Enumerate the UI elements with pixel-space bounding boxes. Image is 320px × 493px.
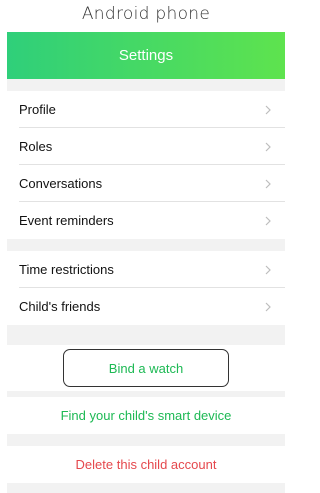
settings-item-childs-friends[interactable]: Child's friends <box>7 288 285 325</box>
settings-item-time-restrictions[interactable]: Time restrictions <box>7 251 285 288</box>
bind-watch-area: Bind a watch <box>7 345 285 391</box>
settings-item-label: Conversations <box>19 176 103 191</box>
settings-header: Settings <box>7 32 285 79</box>
chevron-right-icon <box>263 178 273 190</box>
chevron-right-icon <box>263 104 273 116</box>
settings-content: Profile Roles Conversations Event remind… <box>7 79 285 493</box>
chevron-right-icon <box>263 264 273 276</box>
page-title: Settings <box>118 47 174 64</box>
bind-watch-button[interactable]: Bind a watch <box>63 349 229 387</box>
settings-item-label: Child's friends <box>19 299 101 314</box>
settings-item-profile[interactable]: Profile <box>7 91 285 128</box>
settings-item-roles[interactable]: Roles <box>7 128 285 165</box>
chevron-right-icon <box>263 301 273 313</box>
delete-account-link[interactable]: Delete this child account <box>7 446 285 483</box>
find-device-link[interactable]: Find your child's smart device <box>7 397 285 434</box>
settings-item-label: Roles <box>19 139 53 154</box>
settings-item-label: Event reminders <box>19 213 114 228</box>
settings-item-event-reminders[interactable]: Event reminders <box>7 202 285 239</box>
settings-item-label: Time restrictions <box>19 262 114 277</box>
settings-item-conversations[interactable]: Conversations <box>7 165 285 202</box>
settings-section-primary: Profile Roles Conversations Event remind… <box>7 91 285 239</box>
chevron-right-icon <box>263 141 273 153</box>
frame-title: Android phone <box>81 4 211 24</box>
settings-section-secondary: Time restrictions Child's friends <box>7 251 285 325</box>
chevron-right-icon <box>263 215 273 227</box>
settings-item-label: Profile <box>19 102 56 117</box>
